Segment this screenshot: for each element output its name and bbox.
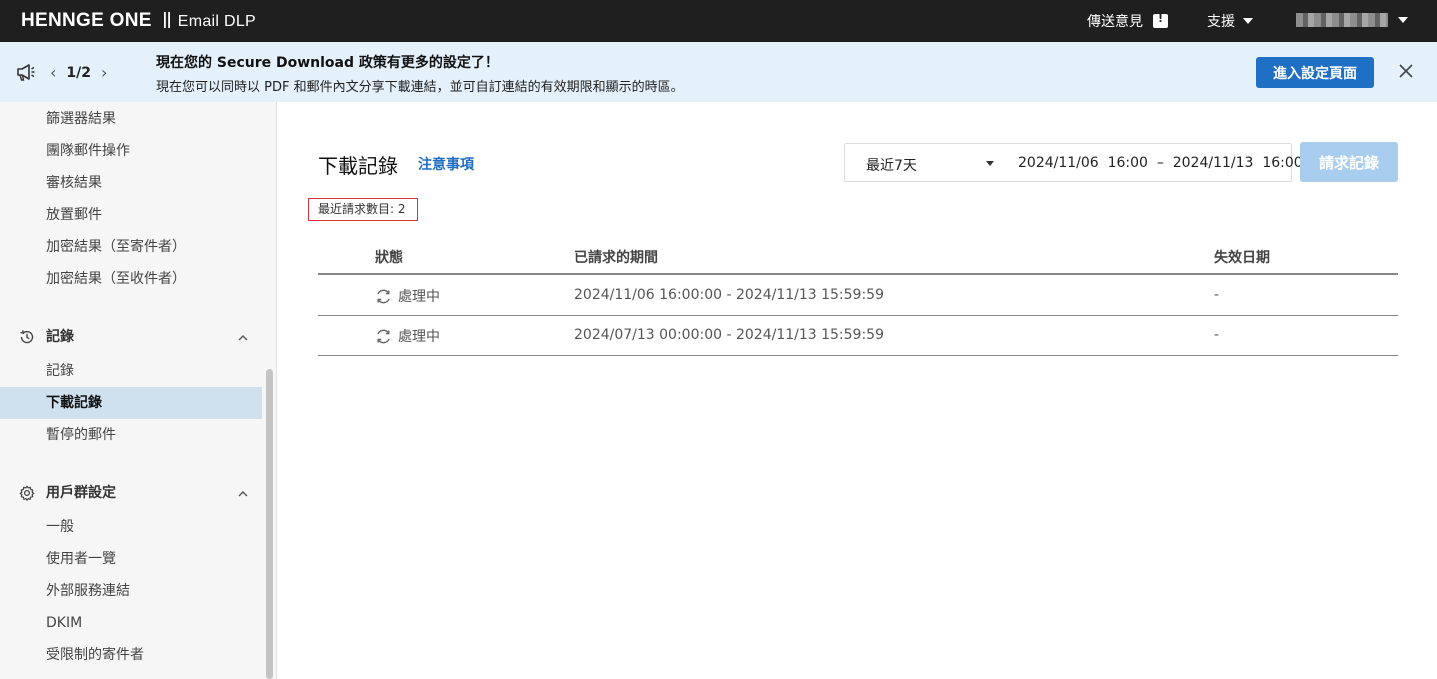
feedback-button[interactable]: 傳送意見	[1087, 11, 1168, 31]
sidebar-item-restricted-senders[interactable]: 受限制的寄件者	[0, 639, 262, 671]
user-name-redacted	[1296, 13, 1388, 27]
feedback-label: 傳送意見	[1087, 14, 1143, 30]
support-menu[interactable]: 支援	[1207, 11, 1253, 31]
history-icon	[20, 330, 34, 344]
status-cell: 處理中	[375, 326, 440, 346]
expiry-cell: -	[1214, 287, 1220, 303]
close-icon[interactable]	[1397, 62, 1415, 80]
sidebar-item-team-mail-actions[interactable]: 團隊郵件操作	[0, 135, 262, 167]
period-cell: 2024/07/13 00:00:00 - 2024/11/13 15:59:5…	[574, 327, 884, 343]
sidebar-item-review-results[interactable]: 審核結果	[0, 167, 262, 199]
brand-logo[interactable]: HENNGE One Email DLP	[21, 10, 256, 32]
megaphone-icon	[17, 64, 35, 81]
sidebar-section-records[interactable]: 記錄	[0, 321, 262, 353]
status-cell: 處理中	[375, 286, 440, 306]
sidebar-item-filter-results[interactable]: 篩選器結果	[0, 103, 262, 135]
column-header-status: 狀態	[375, 250, 403, 266]
date-range-picker: 最近7天 2024/11/06 16:00 – 2024/11/13 16:00	[844, 143, 1303, 182]
range-preset-select[interactable]: 最近7天	[866, 155, 917, 175]
chevron-up-icon	[238, 335, 248, 341]
chevron-left-icon[interactable]: ‹	[50, 63, 56, 82]
chevron-up-icon	[238, 491, 248, 497]
announcement-body: 現在您可以同時以 PDF 和郵件內文分享下載連結，並可自訂連結的有效期限和顯示的…	[156, 80, 684, 95]
announcement-bar: ‹ 1/2 › 現在您的 Secure Download 政策有更多的設定了！ …	[0, 42, 1437, 102]
logo-divider	[163, 12, 170, 28]
page-title: 下載記錄	[318, 154, 398, 178]
status-text: 處理中	[398, 329, 440, 345]
period-cell: 2024/11/06 16:00:00 - 2024/11/13 15:59:5…	[574, 287, 884, 303]
status-text: 處理中	[398, 289, 440, 305]
feedback-icon	[1153, 12, 1168, 28]
sidebar-item-held-mail[interactable]: 放置郵件	[0, 199, 262, 231]
table-row: 處理中 2024/07/13 00:00:00 - 2024/11/13 15:…	[318, 316, 1398, 356]
sidebar-section-label: 用戶群設定	[46, 485, 116, 501]
sidebar-item-user-list[interactable]: 使用者一覽	[0, 543, 262, 575]
announcement-title: 現在您的 Secure Download 政策有更多的設定了！	[156, 55, 499, 71]
chevron-right-icon[interactable]: ›	[101, 63, 107, 82]
date-range-input[interactable]: 2024/11/06 16:00 – 2024/11/13 16:00	[1018, 155, 1303, 171]
sidebar-item-paused-mail[interactable]: 暫停的郵件	[0, 419, 262, 451]
sidebar-item-dkim[interactable]: DKIM	[0, 607, 262, 639]
request-records-button[interactable]: 請求記錄	[1300, 142, 1398, 182]
sidebar: 篩選器結果 團隊郵件操作 審核結果 放置郵件 加密結果（至寄件者） 加密結果（至…	[0, 102, 277, 679]
sidebar-item-general[interactable]: 一般	[0, 511, 262, 543]
sidebar-scrollbar-thumb[interactable]	[266, 369, 273, 679]
processing-icon	[377, 289, 390, 303]
processing-icon	[377, 329, 390, 343]
sidebar-item-records[interactable]: 記錄	[0, 355, 262, 387]
sidebar-item-encryption-sender[interactable]: 加密結果（至寄件者）	[0, 231, 262, 263]
top-bar: HENNGE One Email DLP 傳送意見 支援	[0, 0, 1437, 42]
notes-link[interactable]: 注意事項	[418, 154, 474, 174]
gear-icon	[19, 485, 35, 501]
go-to-settings-button[interactable]: 進入設定頁面	[1256, 57, 1374, 88]
column-header-period: 已請求的期間	[574, 250, 658, 266]
caret-down-icon	[1398, 17, 1408, 23]
announcement-pager: ‹ 1/2 ›	[50, 63, 107, 82]
sidebar-item-encryption-recipient[interactable]: 加密結果（至收件者）	[0, 263, 262, 295]
user-menu[interactable]	[1296, 13, 1408, 27]
column-header-expiry: 失效日期	[1214, 250, 1270, 266]
brand-name: HENNGE One	[21, 10, 152, 31]
table-row: 處理中 2024/11/06 16:00:00 - 2024/11/13 15:…	[318, 276, 1398, 316]
pager-text: 1/2	[66, 64, 92, 81]
caret-down-icon	[1243, 18, 1253, 24]
sidebar-section-group-settings[interactable]: 用戶群設定	[0, 477, 262, 509]
support-label: 支援	[1207, 14, 1235, 30]
expiry-cell: -	[1214, 327, 1220, 343]
table-header: 狀態 已請求的期間 失效日期	[318, 236, 1398, 275]
recent-request-count: 最近請求數目: 2	[308, 198, 418, 221]
sidebar-section-label: 記錄	[46, 329, 74, 345]
sidebar-item-external-services[interactable]: 外部服務連結	[0, 575, 262, 607]
sidebar-item-download-records[interactable]: 下載記錄	[0, 387, 262, 419]
caret-down-icon[interactable]	[986, 161, 994, 166]
product-name: Email DLP	[177, 13, 257, 30]
